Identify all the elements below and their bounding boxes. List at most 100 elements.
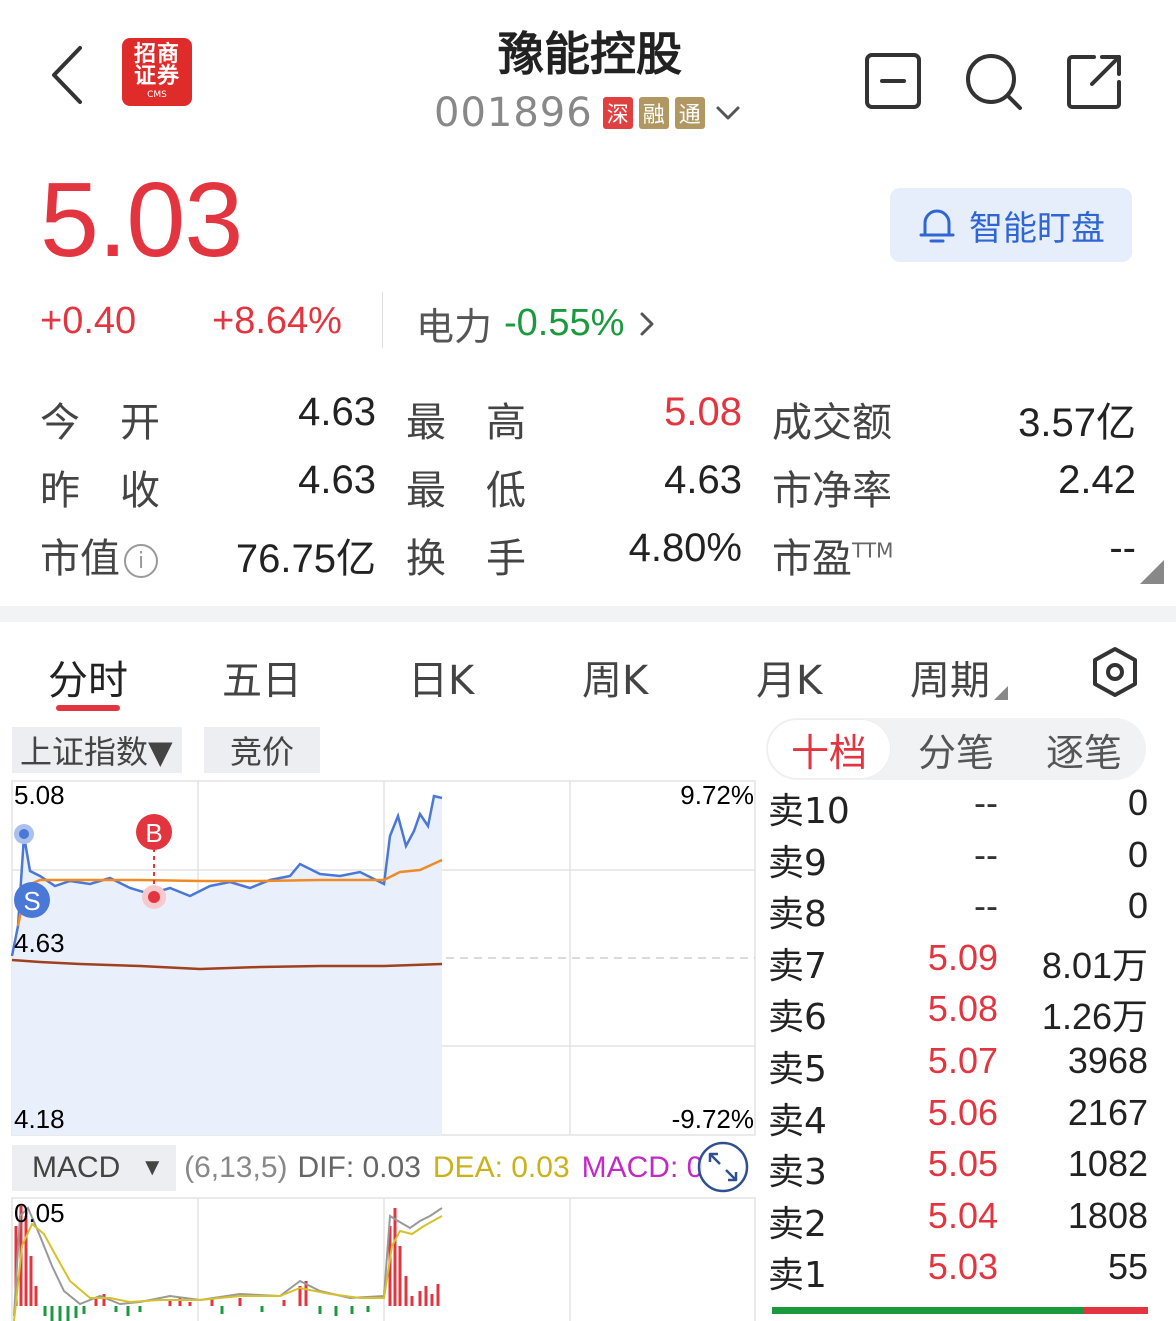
- settings-hexagon-icon[interactable]: [1090, 646, 1140, 698]
- orderbook-volume: 0: [1127, 782, 1148, 823]
- stock-code-selector[interactable]: 001896 深 融 通: [434, 88, 743, 138]
- orderbook-price: 5.06: [927, 1091, 998, 1133]
- broker-logo: 招商 证券 CMS: [122, 38, 192, 106]
- orderbook-volume: 1808: [1067, 1194, 1148, 1236]
- auction-toggle[interactable]: 竞价: [204, 727, 320, 773]
- macd-dif-line: [13, 1206, 443, 1317]
- orderbook-row[interactable]: 卖8 -- 0: [768, 885, 1148, 937]
- orderbook-sell-ratio-bar: [772, 1307, 1084, 1314]
- stat-pe-label: 市盈: [772, 536, 852, 582]
- orderbook-row[interactable]: 卖9 -- 0: [768, 834, 1148, 886]
- badge-rong: 融: [638, 97, 669, 129]
- tab-weekly-k[interactable]: 周K: [582, 648, 648, 706]
- info-icon[interactable]: i: [124, 544, 158, 578]
- stat-open-label: 今 开: [40, 400, 160, 446]
- orderbook-price: 5.09: [927, 936, 998, 978]
- smart-monitor-label: 智能盯盘: [969, 208, 1105, 249]
- orderbook-price: 5.07: [927, 1040, 998, 1081]
- tab-period-label: 周期: [910, 658, 990, 704]
- stat-high-label: 最 高: [406, 400, 526, 446]
- stat-amount-label: 成交额: [772, 400, 892, 446]
- stat-mcap-label: 市值: [40, 536, 120, 582]
- orderbook-volume: 2167: [1067, 1091, 1148, 1133]
- stat-high: 5.08: [664, 390, 742, 434]
- stat-turnover: 4.80%: [628, 526, 742, 570]
- macd-y-axis-top: 0.05: [14, 1198, 65, 1228]
- search-icon[interactable]: [962, 50, 1024, 112]
- macd-legend: MACD ▼ (6,13,5) DIF: 0.03 DEA: 0.03 MACD…: [12, 1144, 703, 1192]
- orderbook-row[interactable]: 卖1 5.03 55: [768, 1246, 1148, 1298]
- orderbook-level-label: 卖9: [768, 842, 827, 884]
- badge-shen: 深: [602, 97, 633, 129]
- smart-monitor-button[interactable]: 智能盯盘: [890, 188, 1132, 262]
- stat-prev-close-label: 昨 收: [40, 468, 160, 514]
- orderbook-row[interactable]: 卖5 5.07 3968: [768, 1040, 1148, 1092]
- fullscreen-toggle-icon[interactable]: [696, 1140, 750, 1194]
- sector-name: 电力: [416, 305, 493, 349]
- macd-dea-line: [13, 1215, 443, 1321]
- minus-watchlist-icon[interactable]: [862, 50, 924, 112]
- stock-name: 豫能控股: [498, 27, 682, 81]
- pct-axis-top: 9.72%: [680, 780, 754, 810]
- dropdown-triangle-icon: ▼: [140, 1154, 165, 1181]
- macd-dea: DEA: 0.03: [432, 1151, 570, 1184]
- orderbook-row[interactable]: 卖6 5.08 1.26万: [768, 988, 1148, 1040]
- macd-params: (6,13,5): [184, 1151, 288, 1184]
- orderbook-level-label: 卖2: [768, 1203, 827, 1245]
- orderbook-level-label: 卖3: [768, 1152, 827, 1194]
- buy-marker-dot: [148, 891, 160, 903]
- orderbook-row[interactable]: 卖3 5.05 1082: [768, 1143, 1148, 1195]
- stat-mcap-label-wrap: 市值 i: [40, 526, 158, 584]
- index-selector[interactable]: 上证指数▼: [12, 727, 182, 773]
- stat-pe: --: [1109, 526, 1136, 570]
- stat-prev-close: 4.63: [298, 458, 376, 502]
- share-icon[interactable]: [1064, 50, 1126, 112]
- orderbook-level-label: 卖7: [768, 945, 827, 987]
- divider: [382, 292, 383, 348]
- tab-intraday[interactable]: 分时: [48, 648, 128, 706]
- orderbook-level-label: 卖8: [768, 894, 827, 936]
- macd-panel-grid: [11, 1197, 756, 1321]
- price-change-pct: +8.64%: [212, 300, 342, 342]
- sector-link[interactable]: 电力 -0.55%: [416, 296, 658, 351]
- tab-ten-levels[interactable]: 十档: [768, 720, 890, 778]
- orderbook-price: 5.04: [927, 1194, 998, 1236]
- stat-turnover-label: 换 手: [406, 536, 526, 582]
- orderbook-buy-ratio-bar: [1084, 1307, 1148, 1314]
- orderbook-price: 5.05: [927, 1143, 998, 1185]
- tab-period[interactable]: 周期: [910, 648, 1008, 706]
- tab-ticks[interactable]: 分笔: [894, 718, 1018, 780]
- stat-pe-ttm: TTM: [852, 538, 894, 563]
- chevron-right-icon: [640, 312, 654, 335]
- bell-icon: [919, 209, 955, 243]
- pct-axis-bottom: -9.72%: [672, 1104, 754, 1134]
- stat-amount: 3.57亿: [1018, 401, 1136, 445]
- macd-dif: DIF: 0.03: [297, 1151, 421, 1184]
- y-axis-top: 5.08: [14, 780, 65, 810]
- stat-mcap: 76.75亿: [235, 537, 376, 581]
- orderbook-row[interactable]: 卖2 5.04 1808: [768, 1195, 1148, 1247]
- tab-five-day[interactable]: 五日: [222, 648, 302, 706]
- orderbook-row[interactable]: 卖10 -- 0: [768, 782, 1148, 834]
- macd-selector-label: MACD: [32, 1151, 121, 1184]
- tab-active-indicator: [56, 705, 120, 711]
- intraday-chart[interactable]: B S 5.08 4.63 4.18 9.72% -9.72% 0.05: [0, 776, 760, 1321]
- orderbook-row[interactable]: 卖7 5.09 8.01万: [768, 937, 1148, 989]
- orderbook-level-label: 卖4: [768, 1100, 827, 1142]
- orderbook-volume: 3968: [1067, 1040, 1148, 1081]
- orderbook-level-label: 卖6: [768, 997, 827, 1039]
- orderbook-volume: 0: [1127, 833, 1148, 875]
- back-arrow-icon[interactable]: [40, 40, 100, 110]
- orderbook-tabs: 十档 分笔 逐笔: [766, 718, 1146, 780]
- macd-selector[interactable]: MACD ▼: [12, 1145, 177, 1191]
- orderbook-row[interactable]: 卖4 5.06 2167: [768, 1092, 1148, 1144]
- chevron-down-icon: [716, 106, 740, 120]
- tab-trade-by-trade[interactable]: 逐笔: [1022, 718, 1146, 780]
- expand-corner-icon[interactable]: [1140, 560, 1164, 584]
- dropdown-corner-icon: [994, 686, 1008, 700]
- macd-value: MACD: 0: [581, 1151, 704, 1184]
- tab-monthly-k[interactable]: 月K: [756, 648, 822, 706]
- sell-marker-dot: [19, 829, 29, 839]
- stat-pb-label: 市净率: [772, 468, 892, 514]
- tab-daily-k[interactable]: 日K: [408, 648, 474, 706]
